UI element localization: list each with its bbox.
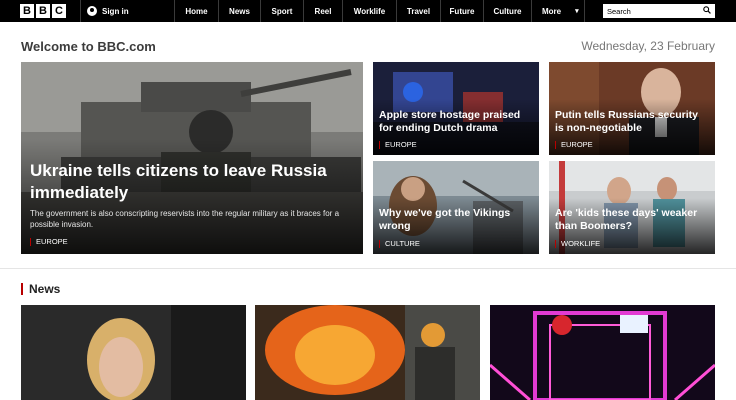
page-title: Welcome to BBC.com	[21, 39, 156, 54]
story-tag[interactable]: WORKLIFE	[555, 240, 600, 248]
nav-more-label: More	[542, 6, 562, 16]
sign-in-label: Sign in	[102, 6, 129, 16]
nav-item-worklife[interactable]: Worklife	[342, 0, 396, 22]
story-title[interactable]: Putin tells Russians security is non-neg…	[555, 109, 709, 135]
search-icon[interactable]	[703, 6, 711, 14]
story-card[interactable]: Are 'kids these days' weaker than Boomer…	[549, 161, 715, 254]
search-input[interactable]: Search	[603, 4, 715, 18]
story-title[interactable]: Why we've got the Vikings wrong	[379, 207, 533, 233]
story-card[interactable]: Why we've got the Vikings wrong CULTURE	[373, 161, 539, 254]
news-card[interactable]	[255, 305, 480, 400]
news-image	[490, 305, 715, 400]
news-image	[21, 305, 246, 400]
nav-item-news[interactable]: News	[218, 0, 260, 22]
nav-item-reel[interactable]: Reel	[303, 0, 342, 22]
lead-story-title[interactable]: Ukraine tells citizens to leave Russia i…	[30, 160, 357, 204]
news-card[interactable]	[21, 305, 246, 400]
logo-letter: C	[52, 4, 66, 18]
nav-item-culture[interactable]: Culture	[483, 0, 531, 22]
lead-story-tag[interactable]: EUROPE	[30, 238, 68, 246]
story-title[interactable]: Are 'kids these days' weaker than Boomer…	[555, 207, 709, 233]
story-title[interactable]: Apple store hostage praised for ending D…	[379, 109, 533, 135]
news-image	[255, 305, 480, 400]
news-card[interactable]	[490, 305, 715, 400]
story-tag[interactable]: CULTURE	[379, 240, 420, 248]
nav-item-travel[interactable]: Travel	[396, 0, 440, 22]
story-card[interactable]: Putin tells Russians security is non-neg…	[549, 62, 715, 155]
nav-item-home[interactable]: Home	[174, 0, 218, 22]
bbc-logo[interactable]: B B C	[20, 4, 66, 18]
news-section-title[interactable]: News	[21, 283, 60, 295]
current-date: Wednesday, 23 February	[581, 39, 715, 53]
nav-item-future[interactable]: Future	[440, 0, 483, 22]
lead-story-card[interactable]: Ukraine tells citizens to leave Russia i…	[21, 62, 363, 254]
story-card[interactable]: Apple store hostage praised for ending D…	[373, 62, 539, 155]
nav-item-sport[interactable]: Sport	[260, 0, 303, 22]
top-navigation-bar: B B C Sign in Home News Sport Reel Workl…	[0, 0, 736, 22]
story-tag[interactable]: EUROPE	[379, 141, 417, 149]
sign-in-button[interactable]: Sign in	[80, 0, 129, 22]
user-icon	[87, 6, 97, 16]
section-divider	[0, 268, 736, 269]
logo-letter: B	[36, 4, 50, 18]
chevron-down-icon: ▾	[575, 8, 579, 15]
main-nav: Home News Sport Reel Worklife Travel Fut…	[174, 0, 585, 22]
story-tag[interactable]: EUROPE	[555, 141, 593, 149]
logo-letter: B	[20, 4, 34, 18]
nav-item-more[interactable]: More ▾	[531, 0, 585, 22]
lead-story-summary: The government is also conscripting rese…	[30, 209, 340, 229]
search-placeholder: Search	[607, 6, 631, 16]
